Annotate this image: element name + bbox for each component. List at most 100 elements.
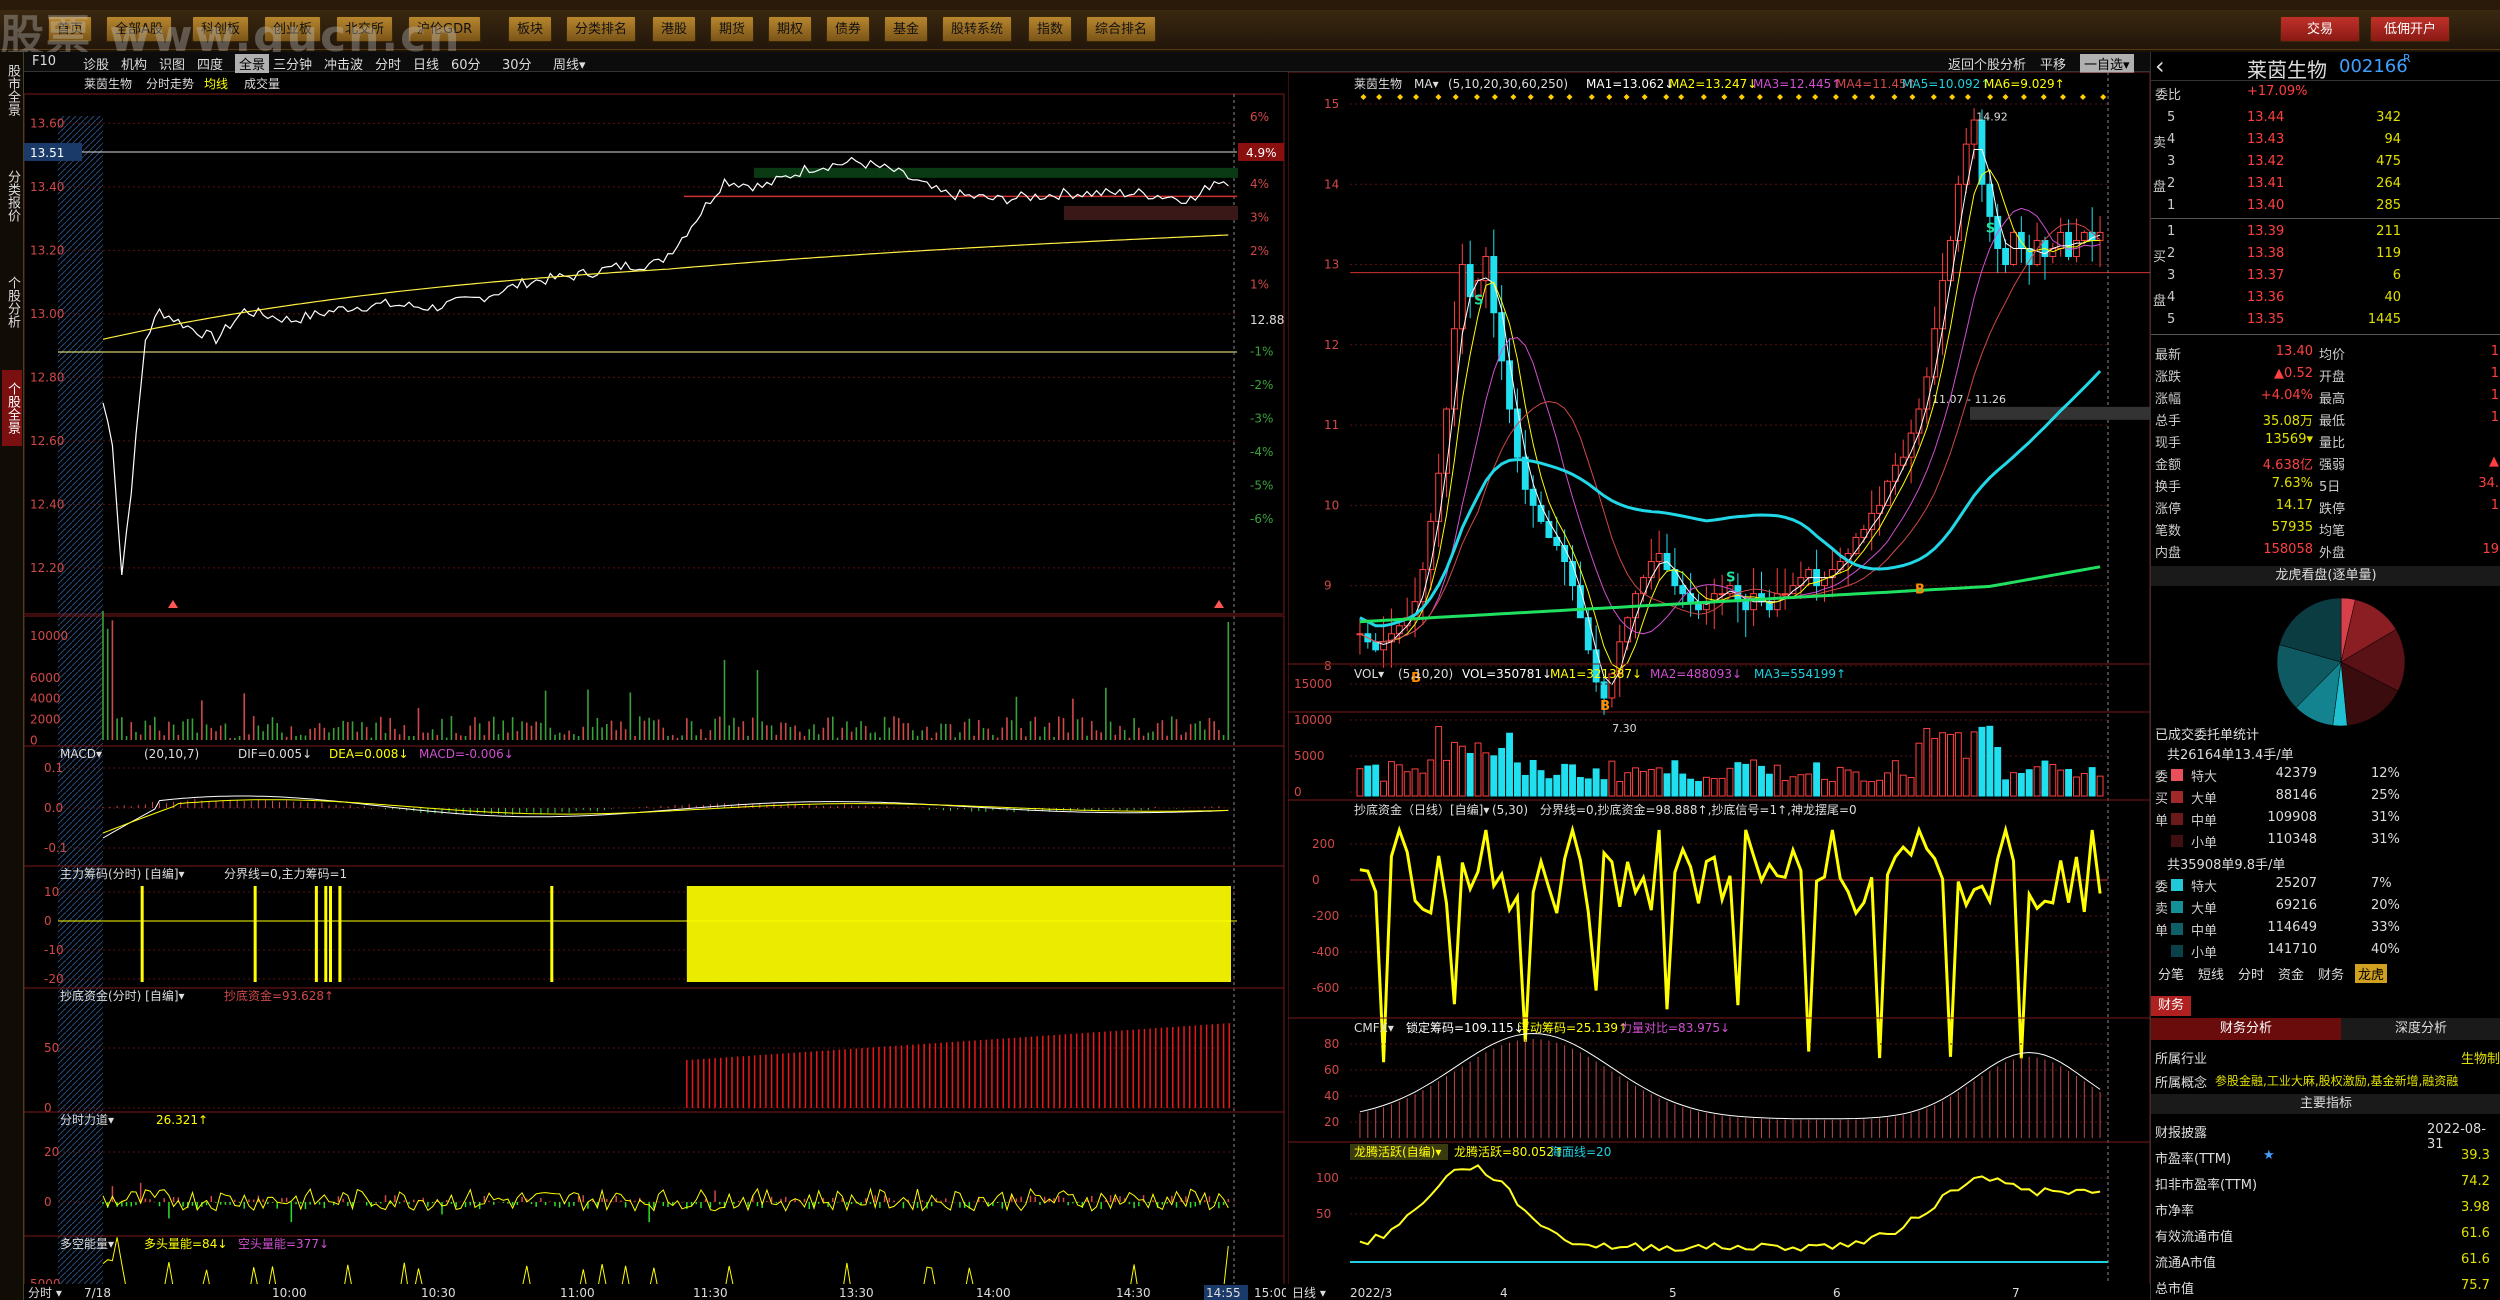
price-tick-5: 12.60 <box>30 434 64 448</box>
panel-tab-2[interactable]: 分时 <box>2235 964 2267 983</box>
cmfx-tick-1: 60 <box>1324 1063 1339 1077</box>
macd-tick-1: 0.0 <box>44 801 63 815</box>
time-tick-0: 7/18 <box>84 1286 111 1300</box>
panel-tab-3[interactable]: 资金 <box>2275 964 2307 983</box>
cmfx-v2: 浮动筹码=25.139↑ <box>1518 1021 1628 1035</box>
left-tab-3[interactable]: 个股全景 <box>2 370 22 446</box>
sell-deal-name: 大单 <box>2191 902 2218 917</box>
quote-panel: ‹ 莱茵生物 002166 R 委比 +17.09% 5 13.44 342 4 13.43 94 3 1… <box>2150 52 2500 1300</box>
stat-label2: 最低 <box>2319 414 2346 429</box>
sell-deal-side: 单 <box>2155 924 2169 939</box>
toolbar-item-0[interactable]: F10 <box>32 54 56 69</box>
stat-value2: 34. <box>2478 476 2499 491</box>
menu-button-7[interactable]: 分类排名 <box>566 16 637 42</box>
menu-button-12[interactable]: 基金 <box>884 16 929 42</box>
toolbar-item-1[interactable]: 诊股 <box>83 54 109 73</box>
toolbar-right-0[interactable]: 返回个股分析 <box>1948 54 2026 73</box>
menu-button-13[interactable]: 股转系统 <box>942 16 1013 42</box>
stat-value: 35.08万 <box>2262 414 2313 429</box>
fa-tab-financial[interactable]: 财务分析 <box>2151 1018 2341 1040</box>
dvol-bar-26 <box>1561 763 1569 797</box>
panel-tab-1[interactable]: 短线 <box>2195 964 2227 983</box>
candle-body-75 <box>1947 239 1954 282</box>
toolbar-right-1[interactable]: 平移 <box>2040 54 2066 73</box>
panel-tab-5[interactable]: 龙虎 <box>2355 964 2388 983</box>
left-tab-0[interactable]: 股市全景 <box>2 52 22 128</box>
toolbar-item-4[interactable]: 四度 <box>197 54 223 73</box>
signal-diamond-32 <box>1964 94 1971 100</box>
sell-deal-side: 卖 <box>2155 902 2169 917</box>
indicator-label-5: 总市值 <box>2155 1282 2195 1297</box>
low-commission-button[interactable]: 低佣开户 <box>2370 16 2450 42</box>
sell-price: 13.40 <box>2247 198 2285 213</box>
buy-row-2: 3 13.37 6 <box>2151 266 2500 288</box>
pct-tick-3: 3% <box>1250 211 1269 225</box>
vol-tick-2: 4000 <box>30 692 61 706</box>
menu-button-6[interactable]: 板块 <box>508 16 553 42</box>
dvol-bar-43 <box>1695 780 1702 797</box>
menu-button-10[interactable]: 期权 <box>768 16 813 42</box>
sell-vol: 94 <box>2384 132 2401 147</box>
dvol-bar-75 <box>1947 733 1954 797</box>
toolbar-item-6[interactable]: 三分钟 <box>273 54 312 73</box>
toolbar-item-9[interactable]: 日线 <box>413 54 439 73</box>
book-divider <box>2151 218 2500 219</box>
panel-tab-0[interactable]: 分笔 <box>2155 964 2187 983</box>
signal-diamond-0 <box>1360 94 1367 100</box>
buy-total: 共26164单13.4手/单 <box>2167 748 2294 763</box>
dvol-bar-18 <box>1498 747 1506 797</box>
sell-deal-row-2: 单 中单 114649 33% <box>2151 918 2500 940</box>
indicator-val-5: 75.7 <box>2461 1278 2490 1293</box>
daily-tick-6: 9 <box>1324 579 1332 593</box>
sell-deal-vol: 114649 <box>2267 920 2317 935</box>
daily-tick-7: 8 <box>1324 659 1332 673</box>
candle-body-49 <box>1742 601 1750 611</box>
toolbar-right-2[interactable]: 一自选▾ <box>2080 54 2134 73</box>
daily-ma5: MA5=10.092↑ <box>1902 77 1990 91</box>
zljm-block <box>686 886 1231 982</box>
sell-price: 13.42 <box>2247 154 2285 169</box>
vol-tick-0: 10000 <box>30 629 68 643</box>
stat-label: 总手 <box>2155 414 2182 429</box>
toolbar-item-5[interactable]: 全景 <box>235 54 270 73</box>
cmfx-v3: 力量对比=83.975↓ <box>1620 1021 1730 1035</box>
menu-button-11[interactable]: 债券 <box>826 16 871 42</box>
fa-tab-deep[interactable]: 深度分析 <box>2341 1018 2500 1040</box>
menu-button-14[interactable]: 指数 <box>1028 16 1073 42</box>
toolbar-item-10[interactable]: 60分 <box>451 54 481 73</box>
panel-back-icon[interactable]: ‹ <box>2155 52 2165 80</box>
stat-value: 4.638亿 <box>2262 458 2313 473</box>
signal-diamond-10 <box>1548 94 1555 100</box>
menu-button-8[interactable]: 港股 <box>652 16 697 42</box>
stat-label2: 量比 <box>2319 436 2346 451</box>
cmfx-v1: 锁定筹码=109.115↓ <box>1406 1020 1524 1035</box>
toolbar-item-3[interactable]: 识图 <box>159 54 185 73</box>
buy-deal-name: 小单 <box>2191 836 2218 851</box>
left-tab-1[interactable]: 分类报价 <box>2 158 22 234</box>
stat-label: 金额 <box>2155 458 2182 473</box>
toolbar-item-12[interactable]: 周线▾ <box>553 54 586 73</box>
left-tab-2[interactable]: 个股分析 <box>2 264 22 340</box>
dvol-bar-69 <box>1899 774 1907 797</box>
menu-button-15[interactable]: 综合排名 <box>1086 16 1157 42</box>
candle-body-82 <box>2002 247 2010 266</box>
buy-deal-row-0: 委 特大 42379 12% <box>2151 764 2500 786</box>
buy-row-1: 2 13.38 119 <box>2151 244 2500 266</box>
stat-label: 涨幅 <box>2155 392 2182 407</box>
signal-diamond-12 <box>1588 94 1595 100</box>
macd-tick-0: 0.1 <box>44 761 63 775</box>
macd-title: MACD▾ <box>60 747 102 761</box>
toolbar-item-11[interactable]: 30分 <box>502 54 532 73</box>
trade-button[interactable]: 交易 <box>2280 16 2360 42</box>
toolbar-item-7[interactable]: 冲击波 <box>324 54 363 73</box>
toolbar-item-8[interactable]: 分时 <box>375 54 401 73</box>
menu-button-9[interactable]: 期货 <box>710 16 755 42</box>
panel-tab-4[interactable]: 财务 <box>2315 964 2347 983</box>
toolbar-item-2[interactable]: 机构 <box>121 54 147 73</box>
dcdzj-title: 抄底资金（日线）[自编]▾ <box>1354 802 1489 817</box>
force-panel <box>24 1111 1285 1237</box>
caiwu-header[interactable]: 财务 <box>2151 996 2191 1016</box>
dvol-bar-45 <box>1710 778 1718 797</box>
dvol-bar-65 <box>1868 781 1876 797</box>
signal-diamond-24 <box>1812 94 1819 100</box>
